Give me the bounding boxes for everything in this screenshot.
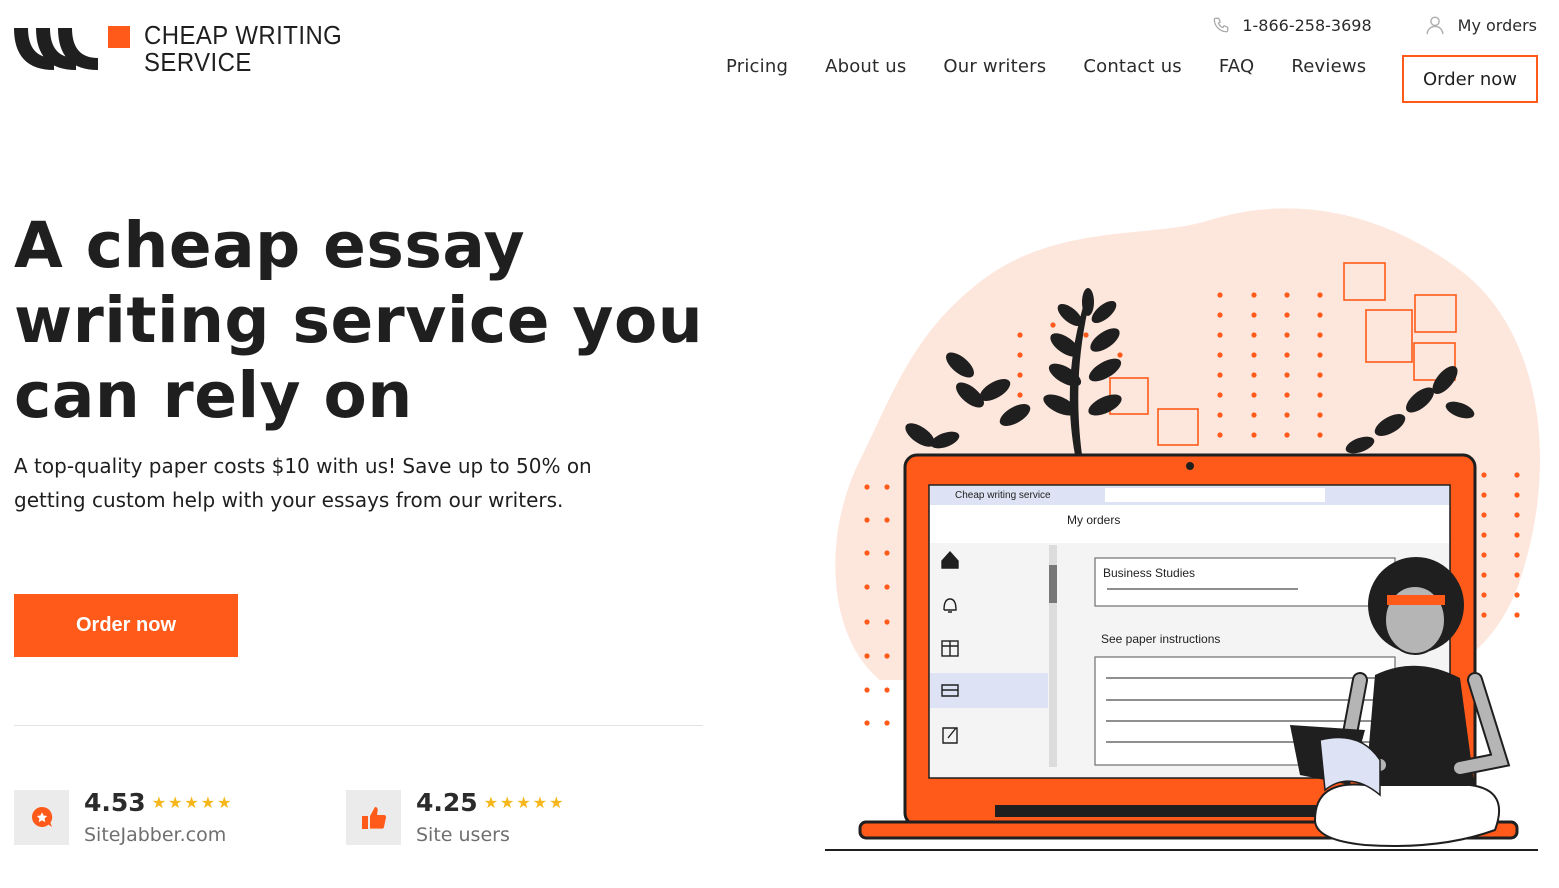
app-sidebar-head [930,505,1054,543]
hero-title: A cheap essay writing service you can re… [14,209,704,432]
sitejabber-badge [14,790,69,845]
nav-item-contact-us[interactable]: Contact us [1083,56,1182,77]
brand-name-line1: CHEAP WRITING [144,20,343,50]
sitejabber-icon [31,806,52,827]
rating-source: Site users [416,824,510,846]
rating-site-users[interactable]: 4.25 ★★★★★ Site users [346,790,565,846]
brand-name: CHEAP WRITING SERVICE [144,22,342,76]
app-search [1105,488,1325,502]
order-now-header-button[interactable]: Order now [1402,55,1538,103]
app-page-title: My orders [1067,513,1120,527]
hero-subtitle: A top-quality paper costs $10 with us! S… [14,454,592,512]
rating-stars: ★★★★★ [483,793,566,812]
laptop-camera [1186,462,1194,470]
order-now-hero-button[interactable]: Order now [14,594,238,657]
phone-link[interactable]: 1-866-258-3698 [1212,13,1372,37]
brand-logo[interactable]: CHEAP WRITING SERVICE [14,22,359,76]
app-instructions-label: See paper instructions [1101,632,1220,646]
my-orders-label: My orders [1457,15,1537,35]
hero-illustration: Cheap writing service My orders Business… [825,208,1540,851]
app-order-subject: Business Studies [1103,566,1195,580]
nav-item-our-writers[interactable]: Our writers [943,56,1046,77]
nav-item-about-us[interactable]: About us [825,56,906,77]
section-divider [14,725,703,726]
top-contacts: 1-866-258-3698 My orders [1212,13,1537,37]
site-users-badge [346,790,401,845]
phone-number: 1-866-258-3698 [1242,15,1372,35]
rating-stars: ★★★★★ [151,793,234,812]
logo-mark-icon [14,26,130,70]
thumbs-up-icon [361,806,386,829]
user-icon [1426,16,1444,35]
my-orders-link[interactable]: My orders [1424,13,1537,37]
rating-score: 4.53 [84,788,146,817]
app-scrollbar-thumb [1049,565,1057,603]
app-title: Cheap writing service [955,490,1051,501]
nav-item-faq[interactable]: FAQ [1219,56,1254,77]
phone-icon [1213,17,1229,33]
brand-name-line2: SERVICE [144,47,252,77]
rating-sitejabber[interactable]: 4.53 ★★★★★ SiteJabber.com [14,790,233,846]
rating-source: SiteJabber.com [84,824,227,846]
rating-score: 4.25 [416,788,478,817]
nav-item-reviews[interactable]: Reviews [1291,56,1366,77]
main-nav: Pricing About us Our writers Contact us … [726,56,1403,77]
nav-item-pricing[interactable]: Pricing [726,56,788,77]
